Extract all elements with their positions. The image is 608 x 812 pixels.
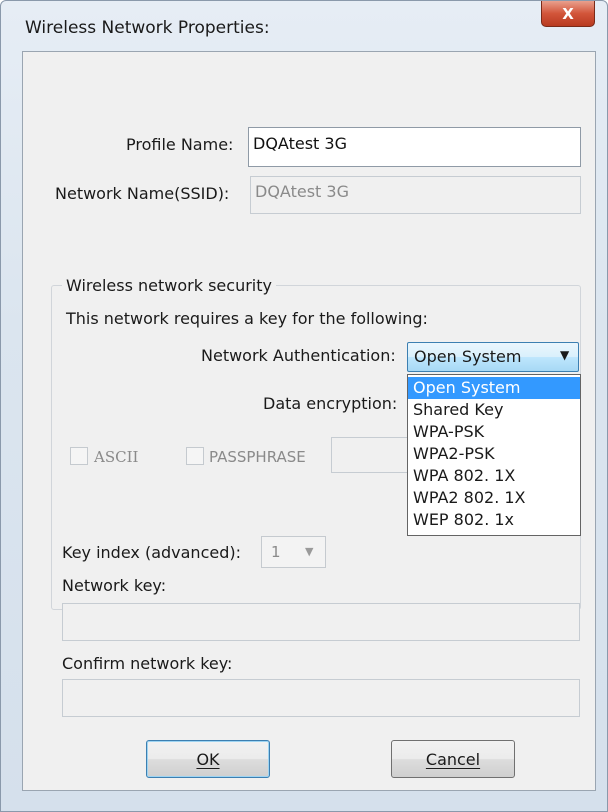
ascii-label: ASCII: [94, 448, 139, 466]
ssid-label: Network Name(SSID):: [55, 184, 230, 203]
cancel-button[interactable]: Cancel: [391, 740, 515, 778]
cancel-button-label: Cancel: [425, 749, 481, 769]
passphrase-label: PASSPHRASE: [209, 448, 306, 466]
ssid-input: DQAtest 3G: [250, 176, 581, 214]
chevron-down-icon: ▼: [560, 348, 570, 362]
network-key-input: [62, 603, 580, 641]
key-index-select: 1 ▼: [261, 536, 326, 568]
confirm-network-key-input: [62, 679, 580, 717]
window-title: Wireless Network Properties:: [25, 18, 270, 38]
network-authentication-label: Network Authentication:: [201, 346, 396, 365]
ascii-checkbox: [70, 447, 88, 465]
close-icon: X: [562, 4, 574, 23]
dropdown-option-wpa-8021x[interactable]: WPA 802. 1X: [408, 465, 580, 487]
dropdown-option-wpa2-8021x[interactable]: WPA2 802. 1X: [408, 487, 580, 509]
close-button[interactable]: X: [541, 1, 595, 27]
network-authentication-value: Open System: [414, 347, 522, 366]
passphrase-input: [331, 437, 409, 473]
security-group-title: Wireless network security: [62, 276, 276, 295]
profile-name-input[interactable]: DQAtest 3G: [248, 127, 581, 167]
title-bar[interactable]: Wireless Network Properties: X: [1, 1, 607, 51]
network-key-label: Network key:: [62, 576, 167, 595]
data-encryption-label: Data encryption:: [263, 394, 398, 413]
ok-button[interactable]: OK: [146, 740, 270, 778]
dropdown-option-wep-8021x[interactable]: WEP 802. 1x: [408, 509, 580, 531]
profile-name-label: Profile Name:: [126, 135, 234, 154]
requires-key-text: This network requires a key for the foll…: [66, 309, 428, 328]
passphrase-checkbox: [186, 447, 204, 465]
key-index-label: Key index (advanced):: [62, 543, 241, 562]
network-authentication-dropdown-list: Open System Shared Key WPA-PSK WPA2-PSK …: [407, 374, 581, 536]
network-authentication-select[interactable]: Open System ▼: [407, 342, 579, 372]
confirm-network-key-label: Confirm network key:: [62, 654, 233, 673]
ok-button-label: OK: [196, 749, 220, 769]
chevron-down-icon: ▼: [305, 545, 314, 558]
dropdown-option-wpa-psk[interactable]: WPA-PSK: [408, 421, 580, 443]
dropdown-option-shared-key[interactable]: Shared Key: [408, 399, 580, 421]
key-index-value: 1: [271, 543, 281, 561]
dropdown-option-open-system[interactable]: Open System: [408, 377, 580, 399]
dropdown-option-wpa2-psk[interactable]: WPA2-PSK: [408, 443, 580, 465]
